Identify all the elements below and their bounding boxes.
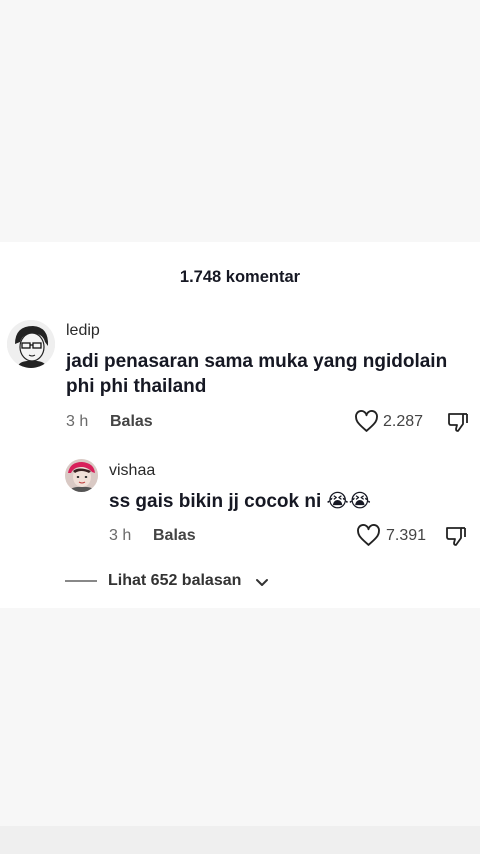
reply-text: ss gais bikin jj cocok ni 😭😭 [109,487,371,516]
reply-timestamp: 3 h [109,527,132,544]
reply-text-body: ss gais bikin jj cocok ni [109,491,322,512]
comment-count-title: 1.748 komentar [179,268,301,286]
reply-reply-button[interactable]: Balas [153,527,196,545]
thumbs-down-icon[interactable] [444,524,468,553]
view-replies-button[interactable]: Lihat 652 balasan [108,572,241,590]
avatar-vishaa[interactable] [65,459,98,492]
crying-emoji: 😭😭 [326,491,371,512]
reply-like-count: 7.391 [386,527,427,544]
thumbs-down-icon[interactable] [446,410,470,439]
like-count: 2.287 [383,413,424,430]
divider-line [65,580,97,582]
heart-outline-icon[interactable] [354,410,379,438]
reply-username[interactable]: vishaa [109,462,155,480]
comment-text-line-2: phi phi thailand [66,376,207,397]
chevron-down-icon[interactable] [255,575,269,593]
heart-outline-icon[interactable] [356,524,381,552]
avatar-ledip[interactable] [7,320,55,368]
reply-button[interactable]: Balas [110,413,153,431]
comment-username[interactable]: ledip [66,322,100,340]
comment-timestamp: 3 h [66,413,89,430]
bottom-bar [0,826,480,854]
